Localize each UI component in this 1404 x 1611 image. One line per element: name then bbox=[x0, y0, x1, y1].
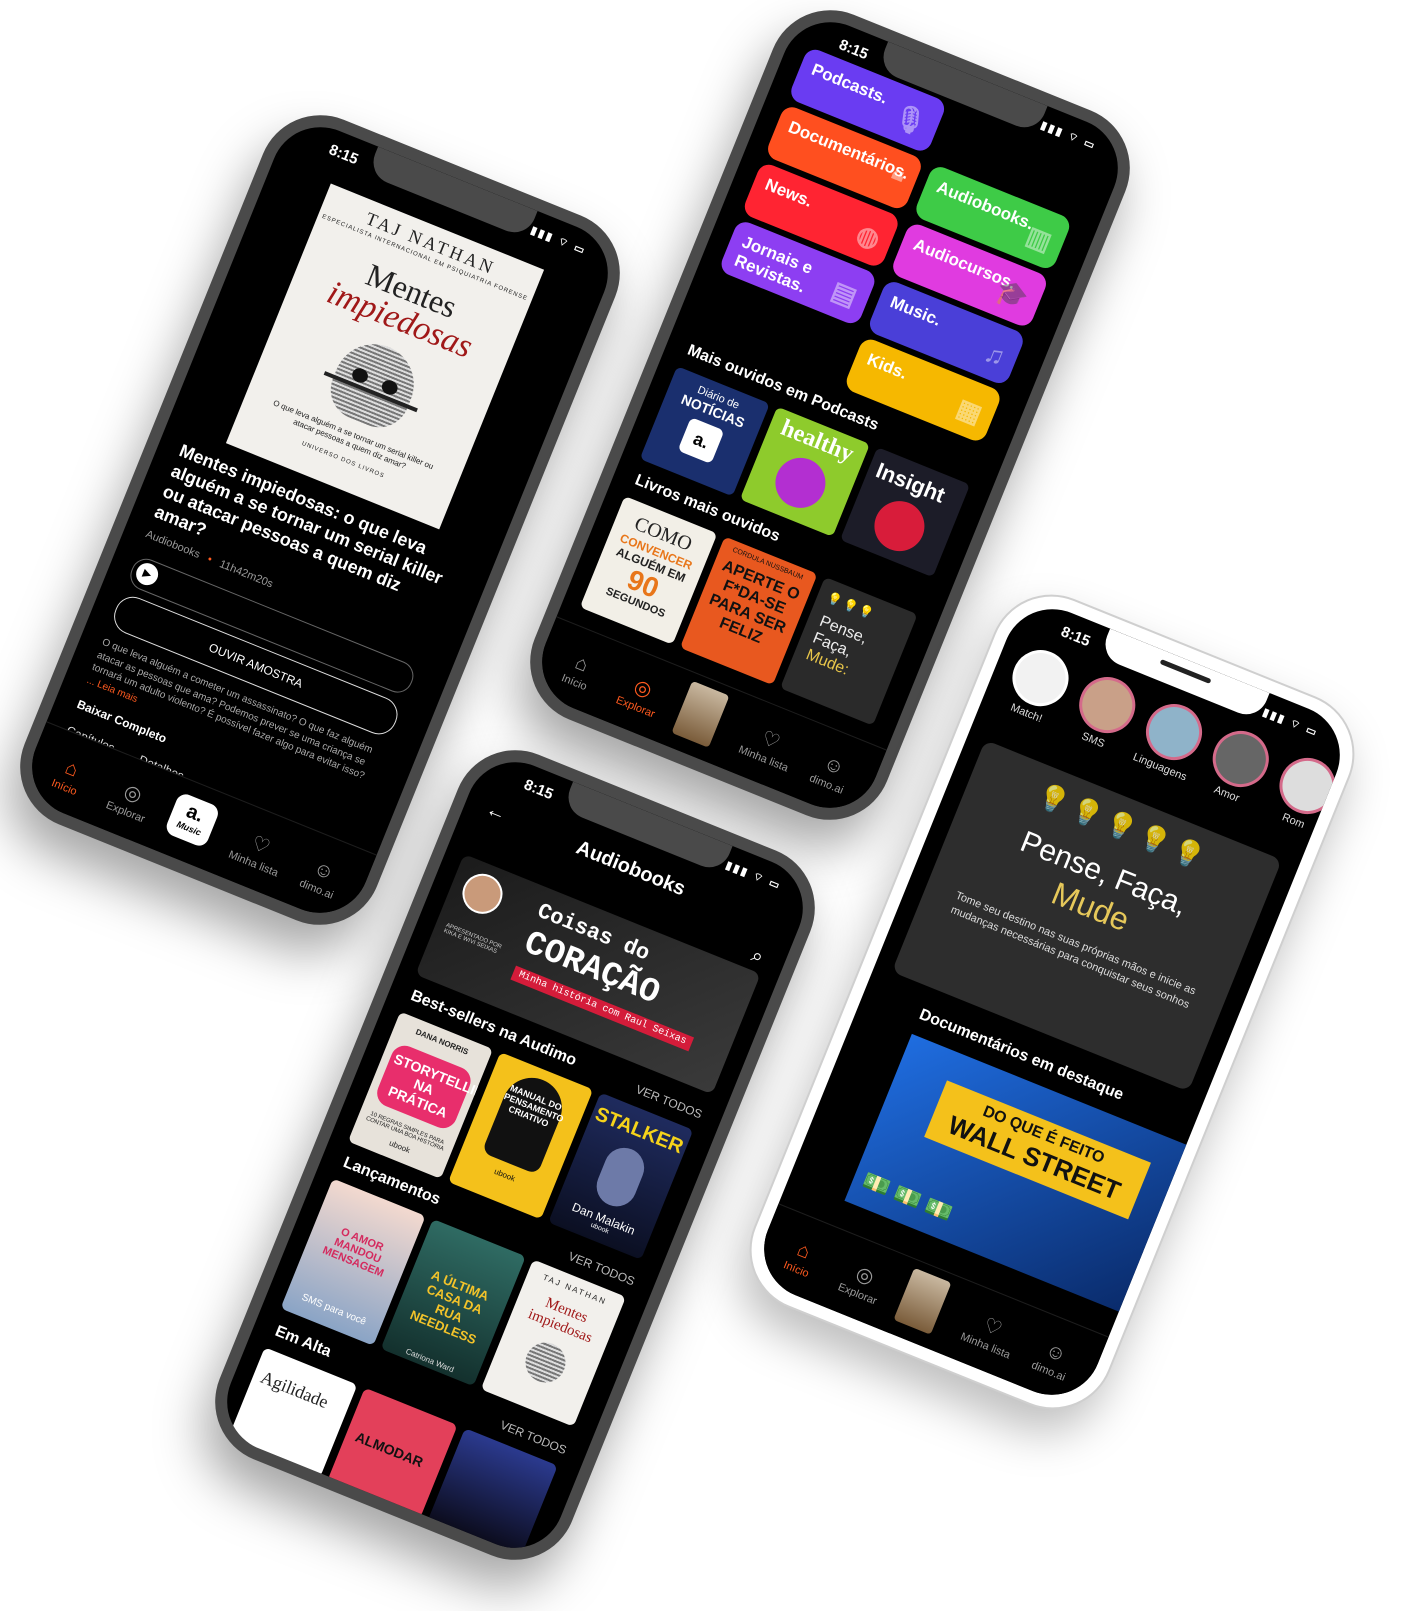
status-icons: ▮▮▮ ⌔ ▭ bbox=[1038, 119, 1098, 153]
figure-icon bbox=[590, 1141, 651, 1213]
podcast-badge: a. bbox=[677, 417, 725, 464]
status-icons: ▮▮▮ ⌔ ▭ bbox=[528, 224, 588, 258]
microphone-icon: 🎙 bbox=[889, 99, 931, 140]
fruit-icon bbox=[767, 450, 833, 516]
tab-dimo[interactable]: ☺ dimo.ai bbox=[1014, 1330, 1093, 1391]
tab-explorar[interactable]: ◎ Explorar bbox=[601, 664, 681, 726]
status-time: 8:15 bbox=[521, 776, 556, 804]
newspaper-icon: ▤ bbox=[827, 274, 862, 313]
tab-explorar[interactable]: ◎ Explorar bbox=[823, 1251, 903, 1313]
skull-icon bbox=[321, 332, 426, 437]
tab-explorar[interactable]: ◎ Explorar bbox=[91, 769, 171, 831]
head-silhouette-icon bbox=[866, 493, 932, 559]
status-icons: ▮▮▮ ⌔ ▭ bbox=[723, 859, 783, 893]
tab-dimo[interactable]: ☺ dimo.ai bbox=[792, 743, 871, 804]
category-label: Kids. bbox=[864, 349, 910, 383]
tab-dimo[interactable]: ☺ dimo.ai bbox=[282, 848, 361, 909]
category-label: Audiobooks. bbox=[934, 177, 1037, 234]
banner-presenter: APRESENTADO POR KIKA E WIVI SEIXAS bbox=[442, 922, 503, 956]
now-playing-thumb[interactable] bbox=[671, 680, 730, 748]
category-label: Music. bbox=[887, 292, 944, 330]
status-icons: ▮▮▮ ⌔ ▭ bbox=[1260, 706, 1320, 740]
globe-icon: ◍ bbox=[852, 218, 885, 255]
search-icon[interactable]: ⌕ bbox=[748, 944, 767, 970]
status-time: 8:15 bbox=[326, 141, 361, 169]
skull-icon bbox=[519, 1336, 572, 1389]
category-label: News. bbox=[762, 174, 816, 211]
status-time: 8:15 bbox=[836, 36, 871, 64]
lightbulb-icon: MANUAL DO PENSAMENTO CRIATIVO bbox=[481, 1068, 571, 1175]
now-playing-thumb[interactable] bbox=[893, 1267, 952, 1335]
status-time: 8:15 bbox=[1058, 623, 1093, 651]
category-label: Jornais e Revistas. bbox=[731, 232, 816, 297]
music-note-icon: ♫ bbox=[980, 336, 1010, 372]
dollar-bills-icon: 💵 💵 💵 bbox=[859, 1167, 957, 1226]
play-icon: ▶ bbox=[132, 559, 162, 589]
abc-blocks-icon: ▦ bbox=[952, 392, 987, 430]
music-button[interactable]: a. Music bbox=[163, 791, 221, 849]
avatar bbox=[456, 867, 509, 920]
